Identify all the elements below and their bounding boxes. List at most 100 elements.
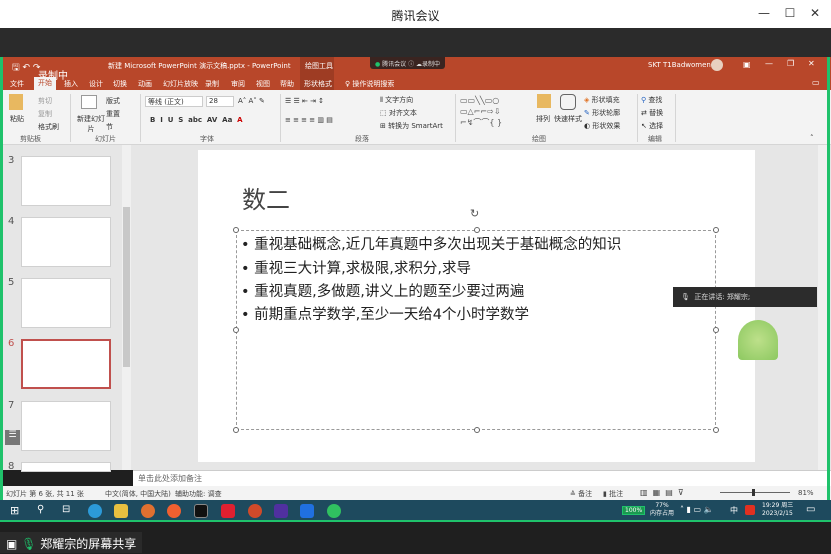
ribbon-display-icon[interactable]: ▣ [743, 60, 751, 69]
layout-button[interactable]: 版式 [106, 96, 120, 106]
quick-styles-button[interactable]: 快速样式 [554, 114, 582, 124]
smartart-button[interactable]: ⊞ 转换为 SmartArt [380, 121, 443, 131]
font-name-select[interactable]: 等线 (正文) [145, 96, 203, 107]
tab-home[interactable]: 开始 [34, 77, 56, 90]
font-size-select[interactable]: 28 [206, 96, 234, 107]
battery-indicator[interactable]: 100% [622, 506, 646, 515]
slide-title[interactable]: 数二 [242, 180, 290, 215]
zoom-slider[interactable] [720, 489, 790, 496]
align-buttons[interactable]: ≡ ≡ ≡ ≡ ▥ ▤ [285, 116, 333, 124]
resize-handle[interactable] [713, 327, 719, 333]
arrange-icon[interactable] [537, 94, 551, 108]
shapes-gallery[interactable]: ▭▭╲╲▭○ ▭△⌐⌐⇨⇩ ⌐↯⌒⌒{ } [460, 95, 502, 128]
task-view-icon[interactable]: ⊟ [62, 504, 70, 515]
resize-handle[interactable] [713, 427, 719, 433]
user-name[interactable]: SKT T1Badwomen [648, 61, 711, 69]
comments-icon[interactable]: ▭ [812, 78, 820, 87]
tab-animations[interactable]: 动画 [138, 79, 152, 89]
resize-handle[interactable] [233, 227, 239, 233]
accessibility-status[interactable]: 辅助功能: 调查 [175, 489, 222, 499]
firefox-icon[interactable] [141, 504, 155, 518]
select-button[interactable]: ↖ 选择 [641, 121, 663, 131]
new-slide-icon[interactable] [81, 95, 97, 109]
memory-usage[interactable]: 77% 内存占用 [650, 502, 674, 518]
minimize-button[interactable]: — [754, 6, 774, 20]
language-status[interactable]: 中文(简体, 中国大陆) [105, 489, 171, 499]
notification-icon[interactable]: ▭ [806, 504, 815, 515]
thumbnail-scrollbar[interactable] [122, 145, 131, 470]
slide-canvas[interactable]: 数二 ↻ • 重视基础概念,近几年真题中多次出现关于基础概念的知识 • 重视三大… [198, 150, 778, 462]
close-button[interactable]: ✕ [805, 6, 825, 20]
terminal-icon[interactable] [194, 504, 208, 518]
slide-thumbnail-5[interactable] [21, 278, 111, 328]
text-direction-button[interactable]: ⫴ 文字方向 [380, 95, 413, 105]
tab-transitions[interactable]: 切换 [113, 79, 127, 89]
paste-button[interactable]: 粘贴 [10, 114, 24, 124]
bullets-buttons[interactable]: ☰ ☰ ⇤ ⇥ ↕ [285, 97, 324, 105]
music-icon[interactable] [221, 504, 235, 518]
paste-icon[interactable] [9, 94, 23, 110]
tab-insert[interactable]: 插入 [64, 79, 78, 89]
comments-button[interactable]: ▮ 批注 [603, 489, 623, 499]
app-icon[interactable] [167, 504, 181, 518]
search-icon[interactable]: ⚲ [37, 504, 44, 515]
slide-thumbnail-7[interactable] [21, 401, 111, 451]
tab-review[interactable]: 审阅 [231, 79, 245, 89]
copy-button[interactable]: 复制 [38, 109, 52, 119]
shape-effects-button[interactable]: ◐ 形状效果 [584, 121, 620, 131]
ppt-minimize-button[interactable]: — [765, 59, 773, 68]
tab-file[interactable]: 文件 [10, 79, 24, 89]
quick-styles-icon[interactable] [560, 94, 576, 110]
tencent-meeting-icon[interactable] [300, 504, 314, 518]
start-button[interactable]: ⊞ [10, 504, 19, 517]
resize-handle[interactable] [233, 427, 239, 433]
tab-view[interactable]: 视图 [256, 79, 270, 89]
replace-button[interactable]: ⇄ 替换 [641, 108, 663, 118]
notes-button[interactable]: ≙ 备注 [570, 489, 592, 499]
rotate-handle-icon[interactable]: ↻ [470, 207, 479, 220]
find-button[interactable]: ⚲ 查找 [641, 95, 662, 105]
sogou-icon[interactable] [745, 505, 755, 515]
shape-fill-button[interactable]: ◈ 形状填充 [584, 95, 620, 105]
shape-outline-button[interactable]: ✎ 形状轮廓 [584, 108, 620, 118]
font-size-buttons[interactable]: A˄ A˅ ✎ [238, 97, 265, 105]
resize-handle[interactable] [713, 227, 719, 233]
resize-handle[interactable] [474, 227, 480, 233]
tray-icons[interactable]: ˄ ▮ ▭ 🔈 [680, 505, 714, 514]
slide-thumbnail-8[interactable] [21, 462, 111, 472]
cut-button[interactable]: 剪切 [38, 96, 52, 106]
file-explorer-icon[interactable] [114, 504, 128, 518]
clock[interactable]: 19:29 周三 2023/2/15 [762, 502, 793, 518]
edge-icon[interactable] [88, 504, 102, 518]
tab-shape-format[interactable]: 形状格式 [304, 79, 332, 89]
tab-slideshow[interactable]: 幻灯片放映 [163, 79, 198, 89]
ide-icon[interactable] [274, 504, 288, 518]
slide-thumbnail-6[interactable] [21, 339, 111, 389]
font-format-buttons[interactable]: B I U S abc AV Aa A [150, 116, 243, 124]
tab-help[interactable]: 帮助 [280, 79, 294, 89]
view-buttons[interactable]: ▥ ▦ ▤ ⊽ [640, 488, 684, 497]
ime-indicator[interactable]: 中 [730, 505, 738, 516]
slide-thumbnail-3[interactable] [21, 156, 111, 206]
section-button[interactable]: 节 [106, 122, 113, 132]
user-avatar[interactable] [711, 59, 723, 71]
slide-thumbnail-4[interactable] [21, 217, 111, 267]
outline-view-icon[interactable]: ☰ [5, 430, 20, 445]
content-textbox[interactable]: • 重视基础概念,近几年真题中多次出现关于基础概念的知识 • 重视三大计算,求极… [233, 227, 719, 433]
maximize-button[interactable]: ☐ [780, 6, 800, 20]
resize-handle[interactable] [233, 327, 239, 333]
notes-pane[interactable]: 单击此处添加备注 [133, 470, 831, 486]
reset-button[interactable]: 重置 [106, 109, 120, 119]
format-painter-button[interactable]: 格式刷 [38, 122, 59, 132]
ppt-close-button[interactable]: ✕ [808, 59, 815, 68]
collapse-ribbon-icon[interactable]: ˄ [810, 134, 814, 142]
align-text-button[interactable]: ⬚ 对齐文本 [380, 108, 417, 118]
ppt-restore-button[interactable]: ❐ [787, 59, 794, 68]
powerpoint-icon[interactable] [248, 504, 262, 518]
arrange-button[interactable]: 排列 [536, 114, 550, 124]
new-slide-button[interactable]: 新建幻灯片 [76, 114, 106, 134]
resize-handle[interactable] [474, 427, 480, 433]
tab-design[interactable]: 设计 [89, 79, 103, 89]
tell-me-search[interactable]: ♀ 操作说明搜索 [345, 79, 394, 89]
qat-icons[interactable]: 🖫 ↶ ↷ [12, 60, 40, 76]
